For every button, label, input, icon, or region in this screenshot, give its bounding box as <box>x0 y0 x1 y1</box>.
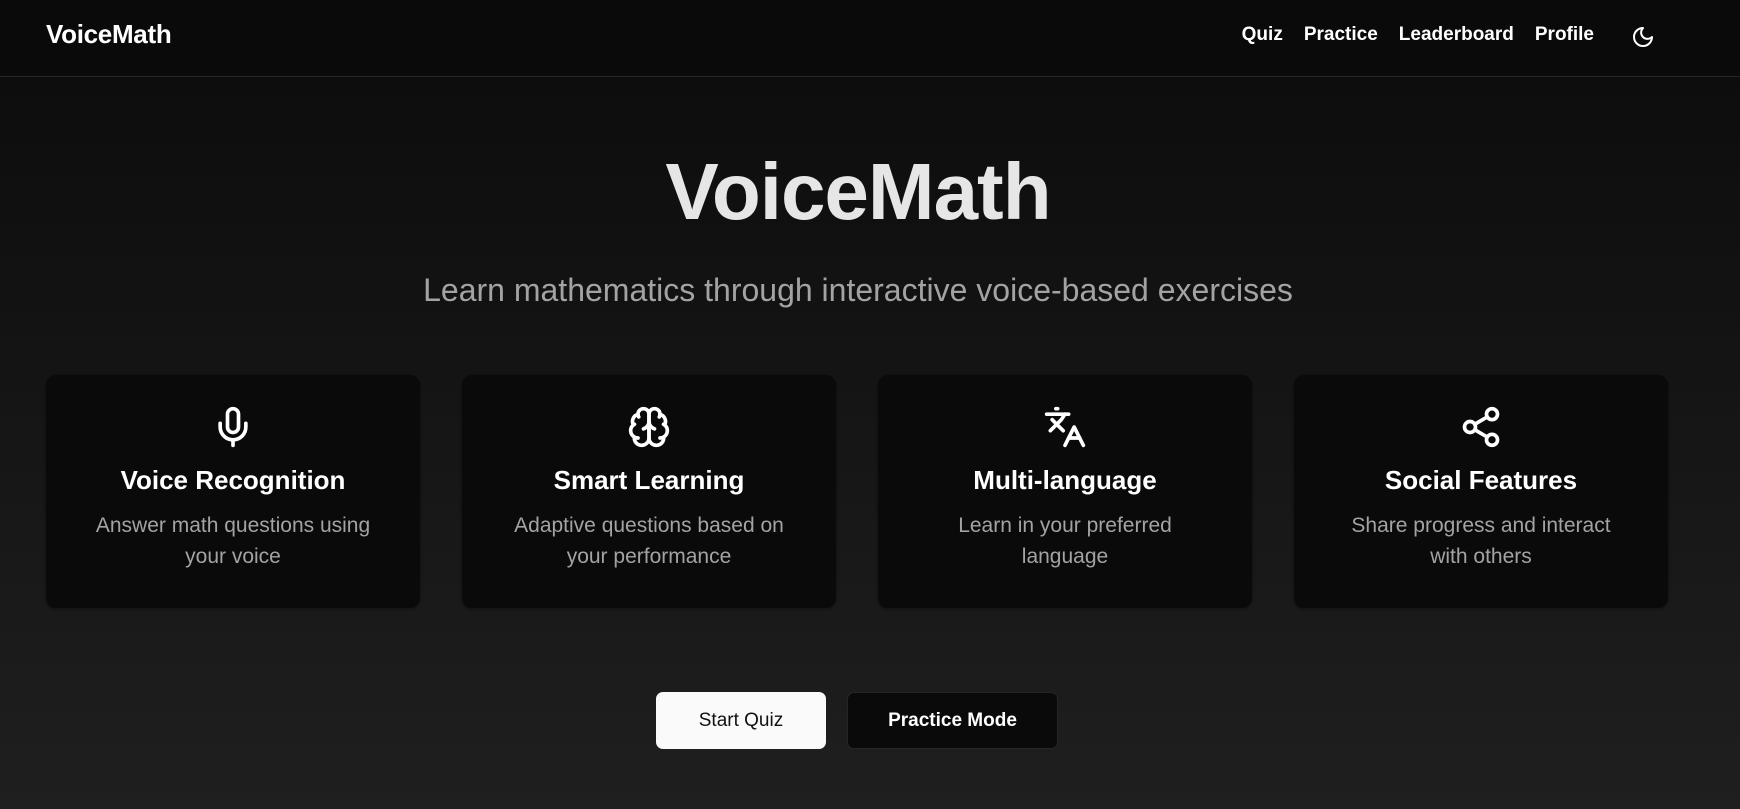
feature-title: Social Features <box>1384 465 1578 495</box>
feature-title: Multi-language <box>973 465 1157 495</box>
theme-toggle-button[interactable] <box>1628 22 1658 52</box>
nav-link-practice[interactable]: Practice <box>1304 24 1378 46</box>
languages-icon <box>1044 406 1086 448</box>
feature-card-voice-recognition: Voice Recognition Answer math questions … <box>46 375 420 608</box>
start-quiz-button[interactable]: Start Quiz <box>656 692 826 749</box>
feature-description: Learn in your preferred language <box>958 514 1172 569</box>
feature-description: Share progress and interact with others <box>1351 514 1611 569</box>
moon-icon <box>1633 27 1653 47</box>
main-nav: Quiz Practice Leaderboard Profile <box>1242 24 1594 46</box>
share-icon <box>1462 406 1500 448</box>
hero-title: VoiceMath <box>665 147 1051 236</box>
feature-title: Smart Learning <box>553 465 745 495</box>
feature-cards: Voice Recognition Answer math questions … <box>46 375 1668 608</box>
feature-description: Adaptive questions based on your perform… <box>514 514 784 569</box>
feature-card-social-features: Social Features Share progress and inter… <box>1294 375 1668 608</box>
brand-logo[interactable]: VoiceMath <box>46 19 172 50</box>
hero-subtitle: Learn mathematics through interactive vo… <box>423 272 1293 308</box>
top-navbar: VoiceMath Quiz Practice Leaderboard Prof… <box>0 0 1740 77</box>
nav-link-leaderboard[interactable]: Leaderboard <box>1399 24 1514 46</box>
feature-title: Voice Recognition <box>120 465 346 495</box>
feature-card-multi-language: Multi-language Learn in your preferred l… <box>878 375 1252 608</box>
feature-card-smart-learning: Smart Learning Adaptive questions based … <box>462 375 836 608</box>
practice-mode-button[interactable]: Practice Mode <box>847 692 1058 749</box>
brain-icon <box>628 406 670 448</box>
hero-actions: Start Quiz Practice Mode <box>656 692 1058 749</box>
nav-link-quiz[interactable]: Quiz <box>1242 24 1283 46</box>
feature-description: Answer math questions using your voice <box>95 514 371 569</box>
nav-link-profile[interactable]: Profile <box>1535 24 1594 46</box>
microphone-icon <box>218 406 248 448</box>
